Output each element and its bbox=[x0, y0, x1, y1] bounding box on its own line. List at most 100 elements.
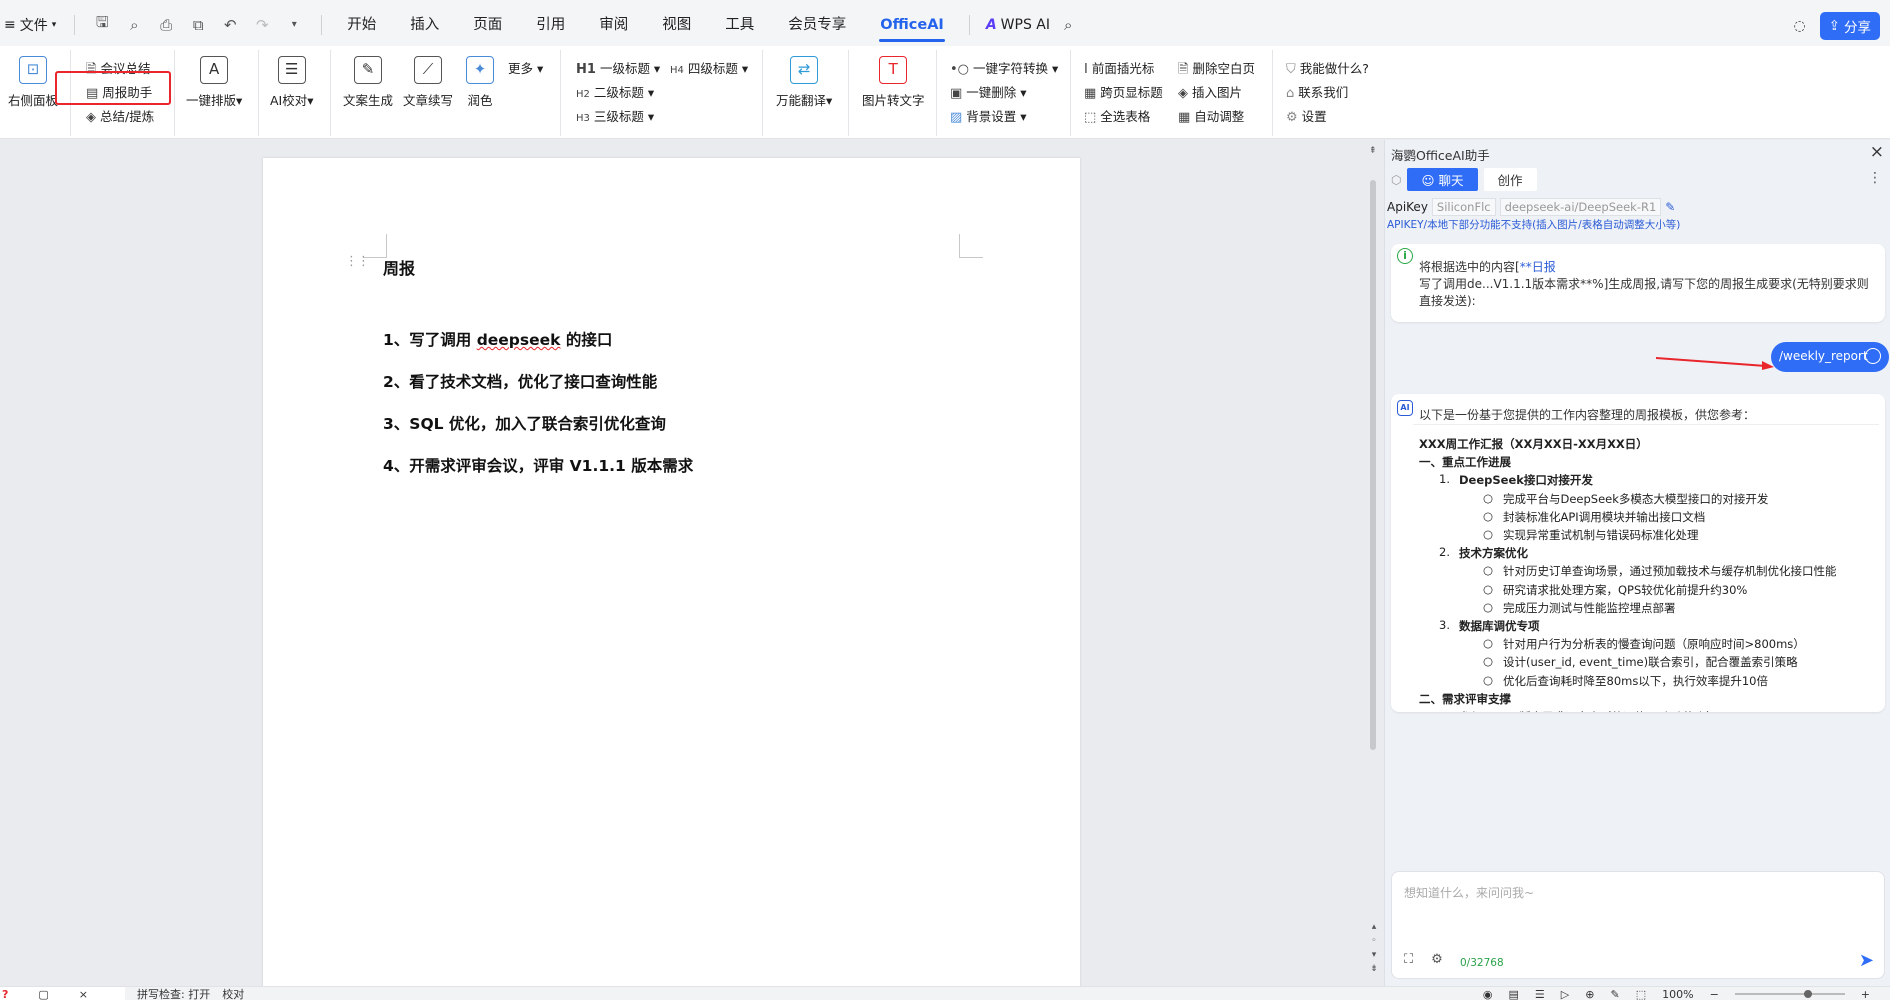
tab-chat[interactable]: ☺ 聊天 bbox=[1407, 168, 1478, 191]
menu-tabs: 开始 插入 页面 引用 审阅 视图 工具 会员专享 OfficeAI bbox=[330, 0, 961, 50]
document-page[interactable]: ⋮⋮ 周报 1、写了调用 deepseek 的接口 2、看了技术文档，优化了接口… bbox=[263, 158, 1080, 988]
tab-review[interactable]: 审阅 bbox=[582, 0, 645, 50]
heading1-icon: H1 bbox=[576, 62, 596, 77]
taskbar-window[interactable]: ? ▢ × bbox=[0, 987, 125, 1000]
polish-button[interactable]: ✦ 润色 bbox=[466, 56, 494, 109]
chevron-down-icon[interactable]: ▾ bbox=[285, 19, 303, 30]
contact-us-button[interactable]: ⌂ 联系我们 bbox=[1286, 82, 1348, 101]
divider bbox=[560, 50, 561, 136]
list-item: 针对用户行为分析表的慢查询问题（原响应时间>800ms） bbox=[1503, 637, 1805, 652]
model-select[interactable]: deepseek-ai/DeepSeek-R1 bbox=[1499, 198, 1662, 216]
collapse-icon[interactable]: ⇞ bbox=[1369, 146, 1377, 156]
tab-page[interactable]: 页面 bbox=[456, 0, 519, 50]
gear-icon[interactable]: ⚙ bbox=[1431, 952, 1443, 967]
insert-cursor-button[interactable]: I 前面插光标 bbox=[1084, 58, 1154, 77]
web-icon[interactable]: ⊕ bbox=[1585, 988, 1594, 1000]
one-click-delete-button[interactable]: ▣ 一键删除 ▾ bbox=[950, 82, 1027, 101]
zoom-level[interactable]: 100% bbox=[1662, 988, 1693, 1000]
background-label: 背景设置 bbox=[966, 109, 1017, 124]
wps-ai-button[interactable]: A WPS AI bbox=[978, 17, 1050, 33]
share-button[interactable]: ⇪ 分享 bbox=[1819, 12, 1880, 40]
undo-icon[interactable]: ↶ bbox=[221, 16, 239, 34]
pen-icon[interactable]: ✎ bbox=[1610, 988, 1619, 1000]
right-panel-button[interactable]: ⊡ 右侧面板 bbox=[8, 56, 58, 109]
format-painter-icon[interactable]: ⌕ bbox=[125, 16, 143, 34]
img-to-text-button[interactable]: T 图片转文字 bbox=[862, 56, 925, 109]
copy-gen-label: 文案生成 bbox=[343, 93, 394, 108]
settings-button[interactable]: ⚙ 设置 bbox=[1286, 106, 1327, 125]
fit-icon[interactable]: ⬚ bbox=[1636, 988, 1646, 1000]
drag-handle-icon[interactable]: ⋮⋮ bbox=[345, 254, 370, 269]
auto-adjust-button[interactable]: ▦ 自动调整 bbox=[1178, 106, 1244, 125]
one-click-layout-button[interactable]: A 一键排版▾ bbox=[186, 56, 242, 109]
send-icon[interactable]: ➤ bbox=[1859, 950, 1874, 971]
close-icon[interactable]: × bbox=[79, 988, 88, 1000]
page-view-icon[interactable]: ▤ bbox=[1509, 988, 1519, 1000]
proofread-status[interactable]: 校对 bbox=[222, 986, 244, 1000]
close-icon[interactable]: × bbox=[1870, 142, 1884, 162]
list-item: 优化后查询耗时降至80ms以下，执行效率提升10倍 bbox=[1503, 673, 1768, 688]
more-button[interactable]: 更多 ▾ bbox=[508, 58, 543, 77]
redo-icon[interactable]: ↷ bbox=[253, 16, 271, 34]
file-menu[interactable]: ≡ 文件 ▾ bbox=[0, 15, 66, 35]
translate-button[interactable]: ⇄ 万能翻译▾ bbox=[776, 56, 832, 109]
robot-icon: ⊡ bbox=[19, 56, 47, 84]
save-icon[interactable]: 🖫 bbox=[93, 12, 111, 37]
tab-officeai[interactable]: OfficeAI bbox=[863, 0, 961, 50]
cross-page-title-button[interactable]: ▦ 跨页显标题 bbox=[1084, 82, 1163, 101]
char-convert-button[interactable]: •○ 一键字符转换 ▾ bbox=[950, 58, 1058, 77]
tab-reference[interactable]: 引用 bbox=[519, 0, 582, 50]
select-all-table-button[interactable]: ⬚ 全选表格 bbox=[1084, 106, 1150, 125]
h4-button[interactable]: H4 四级标题 ▾ bbox=[670, 58, 748, 77]
divider bbox=[1070, 50, 1071, 136]
divider bbox=[848, 50, 849, 136]
h1-button[interactable]: H1 一级标题 ▾ bbox=[576, 58, 660, 77]
what-can-i-do-button[interactable]: ⛉ 我能做什么? bbox=[1286, 58, 1369, 77]
scroll-buttons[interactable]: ▴ ◦ ▾ ⇟ bbox=[1368, 920, 1380, 976]
vertical-scrollbar[interactable]: ⇞ ▴ ◦ ▾ ⇟ bbox=[1365, 140, 1383, 986]
zoom-out-icon[interactable]: − bbox=[1710, 988, 1719, 1000]
insert-image-button[interactable]: ◈ 插入图片 bbox=[1178, 82, 1242, 101]
zoom-in-icon[interactable]: + bbox=[1861, 988, 1870, 1000]
print-preview-icon[interactable]: ⧉ bbox=[189, 16, 207, 34]
zoom-slider-thumb[interactable] bbox=[1803, 990, 1812, 998]
chat-input[interactable]: 想知道什么，来问问我~ ⛶ ⚙ 0/32768 ➤ bbox=[1391, 871, 1885, 979]
article-continue-button[interactable]: ⟋ 文章续写 bbox=[403, 56, 453, 109]
contact-icon: ⌂ bbox=[1286, 86, 1295, 101]
more-options-icon[interactable]: ⋮ bbox=[1868, 170, 1882, 186]
tab-tools[interactable]: 工具 bbox=[708, 0, 771, 50]
chat-bubble-icon[interactable]: ◌ bbox=[1793, 18, 1805, 34]
summary-extract-button[interactable]: ◈ 总结/提炼 bbox=[86, 106, 154, 125]
search-icon[interactable]: ⌕ bbox=[1064, 16, 1072, 34]
tab-start[interactable]: 开始 bbox=[330, 0, 393, 50]
layers-icon: ◈ bbox=[1178, 86, 1188, 101]
edit-icon[interactable]: ✎ bbox=[1665, 200, 1675, 214]
background-button[interactable]: ▨ 背景设置 ▾ bbox=[950, 106, 1027, 125]
info-icon: i bbox=[1397, 248, 1413, 264]
screenshot-icon[interactable]: ⛶ bbox=[1404, 952, 1413, 967]
outline-icon[interactable]: ☰ bbox=[1535, 988, 1545, 1000]
provider-select[interactable]: SiliconFlc bbox=[1431, 198, 1496, 216]
play-icon[interactable]: ▷ bbox=[1561, 988, 1569, 1000]
selection-link[interactable]: **日报 bbox=[1520, 260, 1556, 274]
bullet-icon: ○ bbox=[1483, 672, 1494, 687]
tab-view[interactable]: 视图 bbox=[645, 0, 708, 50]
delete-blank-page-button[interactable]: 🗎 删除空白页 bbox=[1178, 58, 1255, 82]
h3-label: 三级标题 bbox=[593, 109, 644, 124]
scrollbar-thumb[interactable] bbox=[1370, 180, 1376, 750]
eye-icon[interactable]: ◉ bbox=[1483, 988, 1493, 1000]
cube-icon[interactable]: ⬡ bbox=[1391, 173, 1401, 187]
copy-gen-button[interactable]: ✎ 文案生成 bbox=[343, 56, 393, 109]
tab-insert[interactable]: 插入 bbox=[393, 0, 456, 50]
zoom-slider[interactable] bbox=[1734, 990, 1845, 998]
print-icon[interactable]: ⎙ bbox=[157, 16, 175, 34]
restore-icon[interactable]: ▢ bbox=[38, 988, 48, 1000]
ai-proofread-button[interactable]: ☰ AI校对▾ bbox=[270, 56, 314, 109]
spellcheck-status[interactable]: 拼写检查: 打开 bbox=[137, 986, 210, 1000]
chevron-down-icon: ▾ bbox=[51, 19, 57, 30]
h2-button[interactable]: H2 二级标题 ▾ bbox=[576, 82, 654, 101]
h3-button[interactable]: H3 三级标题 ▾ bbox=[576, 106, 654, 125]
list-item: 技术方案优化 bbox=[1459, 546, 1528, 561]
tab-member[interactable]: 会员专享 bbox=[771, 0, 863, 50]
tab-create[interactable]: 创作 bbox=[1483, 168, 1537, 191]
